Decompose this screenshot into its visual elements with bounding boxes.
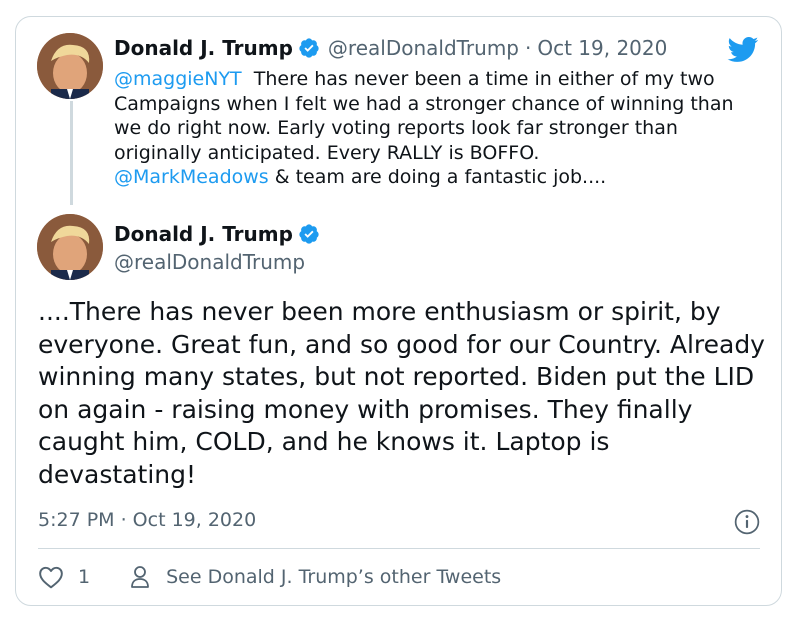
tweet-actions-bar: 1 See Donald J. Trump’s other Tweets	[38, 565, 501, 589]
like-count: 1	[78, 566, 91, 588]
avatar-image	[37, 214, 103, 280]
info-icon[interactable]	[734, 509, 760, 535]
author-name[interactable]: Donald J. Trump	[114, 222, 293, 246]
author-handle[interactable]: @realDonaldTrump	[328, 36, 519, 60]
see-other-tweets-link[interactable]: See Donald J. Trump’s other Tweets	[166, 566, 501, 588]
mention-link[interactable]: @MarkMeadows	[114, 166, 269, 188]
avatar[interactable]	[37, 33, 103, 99]
author-handle[interactable]: @realDonaldTrump	[114, 250, 305, 274]
reply-tweet-text: @maggieNYT There has never been a time i…	[114, 67, 754, 190]
separator: ·	[525, 36, 532, 60]
reply-author-row: Donald J. Trump @realDonaldTrump · Oct 1…	[114, 36, 667, 60]
thread-connector-line	[70, 101, 73, 205]
main-author-row: Donald J. Trump	[114, 222, 320, 246]
mention-link[interactable]: @maggieNYT	[114, 68, 242, 90]
heart-icon[interactable]	[38, 565, 64, 589]
author-name[interactable]: Donald J. Trump	[114, 36, 293, 60]
reply-date-link[interactable]: Oct 19, 2020	[537, 36, 667, 60]
person-icon[interactable]	[130, 565, 150, 589]
divider	[38, 548, 760, 549]
avatar[interactable]	[37, 214, 103, 280]
reply-text-part: & team are doing a fantastic job....	[268, 166, 607, 188]
avatar-image	[37, 33, 103, 99]
main-tweet-text: ....There has never been more enthusiasm…	[38, 297, 765, 489]
twitter-bird-icon[interactable]	[726, 36, 759, 63]
tweet-timestamp-link[interactable]: 5:27 PM · Oct 19, 2020	[38, 509, 256, 531]
verified-badge-icon	[299, 38, 319, 58]
verified-badge-icon	[299, 224, 319, 244]
